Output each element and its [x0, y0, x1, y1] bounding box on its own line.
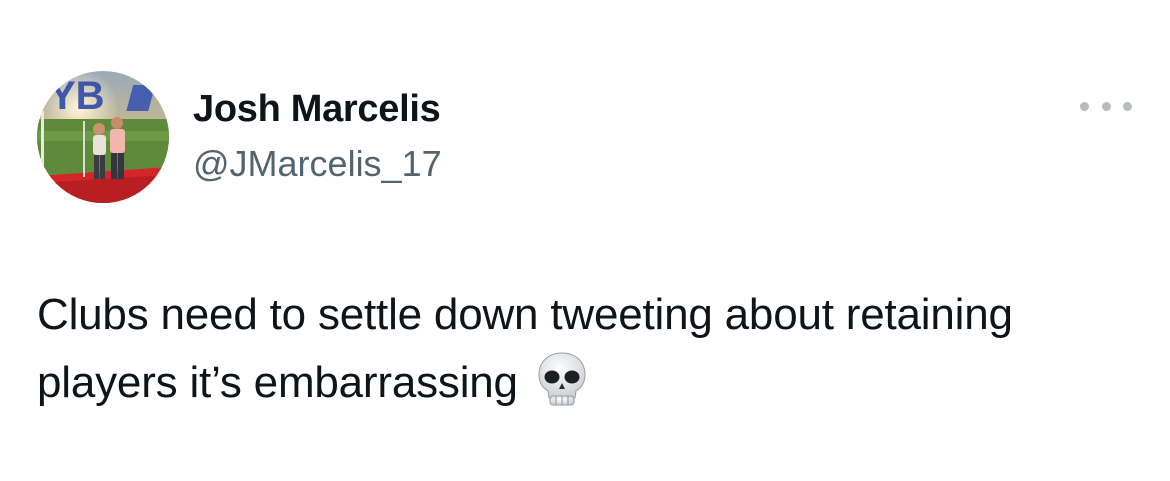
tweet-card: YB Josh Marcelis @JMarcelis_17 Clubs nee… — [0, 0, 1170, 481]
author-handle[interactable]: @JMarcelis_17 — [193, 142, 442, 186]
avatar-photo-icon: YB — [37, 71, 169, 203]
skull-emoji — [536, 351, 588, 407]
more-dot — [1101, 101, 1111, 111]
tweet-text: Clubs need to settle down tweeting about… — [37, 290, 1013, 407]
svg-text:YB: YB — [49, 74, 105, 118]
author-display-name[interactable]: Josh Marcelis — [193, 86, 441, 132]
author-avatar[interactable]: YB — [37, 71, 169, 203]
more-dot — [1123, 101, 1132, 111]
more-options-icon[interactable] — [1080, 94, 1132, 118]
tweet-body: Clubs need to settle down tweeting about… — [37, 281, 1137, 417]
more-dot — [1080, 101, 1089, 111]
